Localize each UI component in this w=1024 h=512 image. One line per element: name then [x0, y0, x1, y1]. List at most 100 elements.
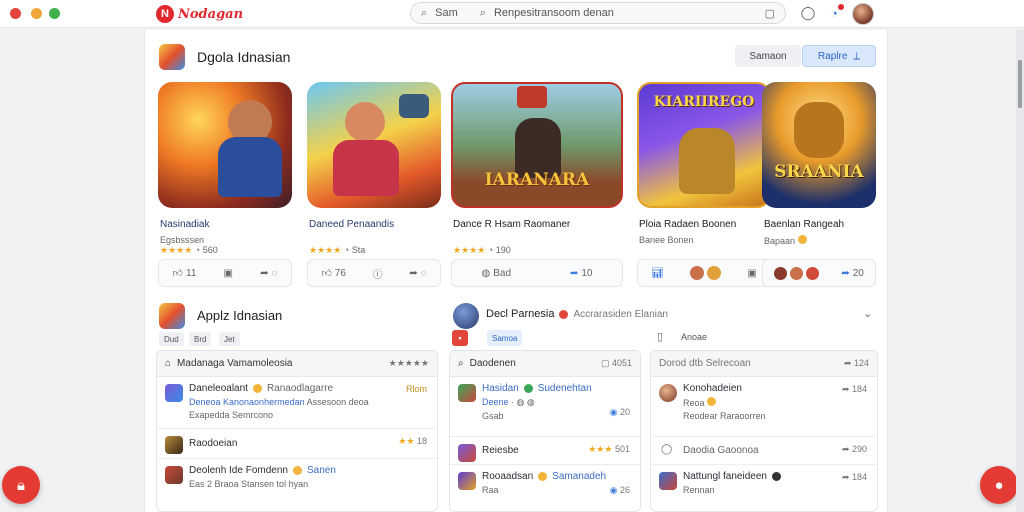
game-title[interactable]: Nasinadiak: [160, 219, 209, 230]
list-item[interactable]: Daneleoalant Ranaodlagarre Deneoa Kanonao…: [157, 377, 437, 429]
list-item[interactable]: Hasidan Sudenehtan Deene · ◍ ◍ Gsab ◉ 20: [450, 377, 640, 437]
game-card[interactable]: IARANARA Dance R Hsam Raomaner ★★★★ ◔ 19…: [451, 82, 623, 287]
list-item[interactable]: Deolenh Ide Fomdenn Sanen Eas 2 Braoa Sta…: [157, 459, 437, 511]
drone-art: [399, 94, 429, 118]
top-bar: N Nodagan ⌕ Sam ⌕ Renpesitransoom denan …: [0, 0, 1024, 28]
app-icon: [458, 444, 476, 462]
item-subtitle: Deene: [482, 397, 509, 407]
coin-icon: [707, 397, 717, 406]
item-title: Daodia Gaoonoa: [683, 445, 759, 456]
window-maximize-dot[interactable]: [49, 8, 60, 19]
thumbs-up-icon: 👍︎: [321, 268, 332, 279]
game-card[interactable]: SRAANIA Baenlan Rangeah Bapaan ➦ 20: [762, 82, 876, 287]
game-thumbnail[interactable]: KIARIIREGO: [637, 82, 771, 208]
list-header-value: 4051: [611, 358, 632, 368]
publisher-header: Decl Parnesia Accrarasiden Elanian: [486, 308, 668, 320]
share-icon: ➦: [843, 358, 852, 368]
list-item[interactable]: Rooaadsan Samanadeh Raa ◉ 26: [450, 465, 640, 511]
like-button[interactable]: 👍︎ 76: [321, 267, 346, 280]
item-subtitle: Ranaodlagarre: [266, 383, 334, 394]
game-thumbnail[interactable]: SRAANIA: [762, 82, 876, 208]
chat-icon[interactable]: ◯: [800, 5, 816, 21]
filter-tag[interactable]: Jet: [219, 332, 240, 346]
filter-tag[interactable]: Dud: [159, 332, 184, 346]
list-item[interactable]: Raodoeian ★★ 18: [157, 429, 437, 459]
share-icon: ➦: [409, 267, 418, 279]
list-item[interactable]: ◯ Daodia Gaoonoa ➦ 290: [651, 437, 877, 465]
check-icon: ◉: [609, 485, 618, 495]
item-title-secondary[interactable]: Sudenehtan: [538, 383, 592, 394]
game-thumbnail[interactable]: IARANARA: [451, 82, 623, 208]
app-icon: [458, 472, 476, 490]
brand-logo[interactable]: N Nodagan: [156, 5, 243, 23]
window-minimize-dot[interactable]: [31, 8, 42, 19]
secondary-button[interactable]: Samaon: [735, 45, 801, 67]
game-thumbnail[interactable]: [158, 82, 292, 208]
rating-icon: ◔: [343, 245, 350, 255]
game-card[interactable]: Nasinadiak Egsbsssen ★★★★ ◔ 560 👍︎ 11 ▣ ➦…: [158, 82, 292, 287]
share-button[interactable]: ➦ 20: [841, 268, 864, 279]
like-button[interactable]: 👍︎ 11: [173, 267, 197, 280]
save-button[interactable]: ▣: [747, 268, 756, 279]
chart-button[interactable]: 📊︎: [651, 268, 664, 279]
apps-title: Applz Idnasian: [197, 308, 283, 323]
status-dot-icon: [771, 472, 781, 481]
check-icon: ◉: [609, 407, 618, 417]
rating-count: Sta: [351, 245, 366, 255]
primary-button[interactable]: Raplre ⟂: [802, 45, 876, 67]
share-icon-secondary: ◌: [271, 267, 278, 279]
share-button[interactable]: ➦ 10: [570, 268, 593, 279]
avatar[interactable]: [852, 3, 874, 25]
friends-avatars[interactable]: [690, 266, 722, 280]
game-title[interactable]: Ploia Radaen Boonen: [639, 219, 736, 230]
info-button[interactable]: ⓘ: [373, 266, 383, 281]
share-button[interactable]: ➦ ◌: [260, 268, 277, 279]
rating-stars: ★★★★: [160, 245, 193, 255]
item-description: Reodear Raraoorren: [683, 411, 766, 421]
friends-avatars[interactable]: [774, 266, 820, 280]
main-panel: Dgola Idnasian Samaon Raplre ⟂ Nasinadia…: [144, 30, 888, 512]
item-value-text: 184: [851, 384, 867, 394]
game-title[interactable]: Baenlan Rangeah: [764, 219, 844, 230]
search-icon: ⌕: [458, 358, 464, 369]
tab-anoae[interactable]: Anoae: [681, 332, 707, 342]
game-card[interactable]: KIARIIREGO Ploia Radaen Boonen Banee Bon…: [637, 82, 771, 287]
search-input[interactable]: Renpesitransoom denan: [494, 7, 614, 19]
publisher-name[interactable]: Decl Parnesia: [486, 308, 554, 320]
game-meta: Egsbsssen ★★★★ ◔ 560: [160, 235, 218, 256]
save-button[interactable]: ▣: [224, 268, 233, 279]
coin-icon: [292, 466, 302, 475]
game-card[interactable]: Daneed Penaandis ★★★★ ◔ Sta 👍︎ 76 ⓘ ➦ ◌: [307, 82, 441, 287]
list-header-count: ➦ 124: [844, 358, 869, 369]
account-fab-button[interactable]: 🔒︎: [2, 466, 40, 504]
game-title[interactable]: Dance R Hsam Raomaner: [453, 219, 570, 230]
tab-samoa[interactable]: Samoa: [487, 330, 523, 346]
item-title-secondary[interactable]: Deneoa Kanonaonhermedan: [189, 397, 305, 407]
search-scope[interactable]: Sam: [435, 7, 458, 19]
brand-logo-icon: N: [156, 5, 174, 23]
item-value: ◉ 26: [610, 485, 630, 496]
list-item[interactable]: Reiesbe ★★★ 501: [450, 437, 640, 465]
window-close-dot[interactable]: [10, 8, 21, 19]
bookmark-icon[interactable]: ▢: [765, 7, 775, 20]
game-title[interactable]: Daneed Penaandis: [309, 219, 394, 230]
chevron-down-icon[interactable]: ⌄: [863, 307, 872, 320]
filter-tag[interactable]: Brd: [189, 332, 212, 346]
coin-button[interactable]: ◍ Bad: [481, 268, 511, 279]
search-icon-secondary: ⌕: [479, 6, 486, 19]
brand-name: Nodagan: [178, 6, 244, 22]
publisher-avatar[interactable]: [453, 303, 479, 329]
item-title-secondary[interactable]: Samanadeh: [552, 471, 606, 482]
game-thumbnail[interactable]: [307, 82, 441, 208]
share-button[interactable]: ➦ ◌: [409, 268, 426, 279]
list-item[interactable]: Nattungl faneideen Rennan ➦ 184: [651, 465, 877, 511]
list-item[interactable]: Konohadeien Reoa Reodear Raraoorren ➦ 18…: [651, 377, 877, 437]
item-title[interactable]: Hasidan: [482, 383, 519, 394]
item-link[interactable]: Sanen: [307, 465, 336, 476]
chat-fab-button[interactable]: ●: [980, 466, 1018, 504]
app-icon: [165, 436, 183, 454]
search-icon: ⌕: [421, 6, 428, 19]
scrollbar-thumb[interactable]: [1018, 60, 1022, 108]
game-logo-text: KIARIIREGO: [653, 94, 755, 110]
search-bar[interactable]: ⌕ Sam ⌕ Renpesitransoom denan ▢: [410, 2, 786, 24]
